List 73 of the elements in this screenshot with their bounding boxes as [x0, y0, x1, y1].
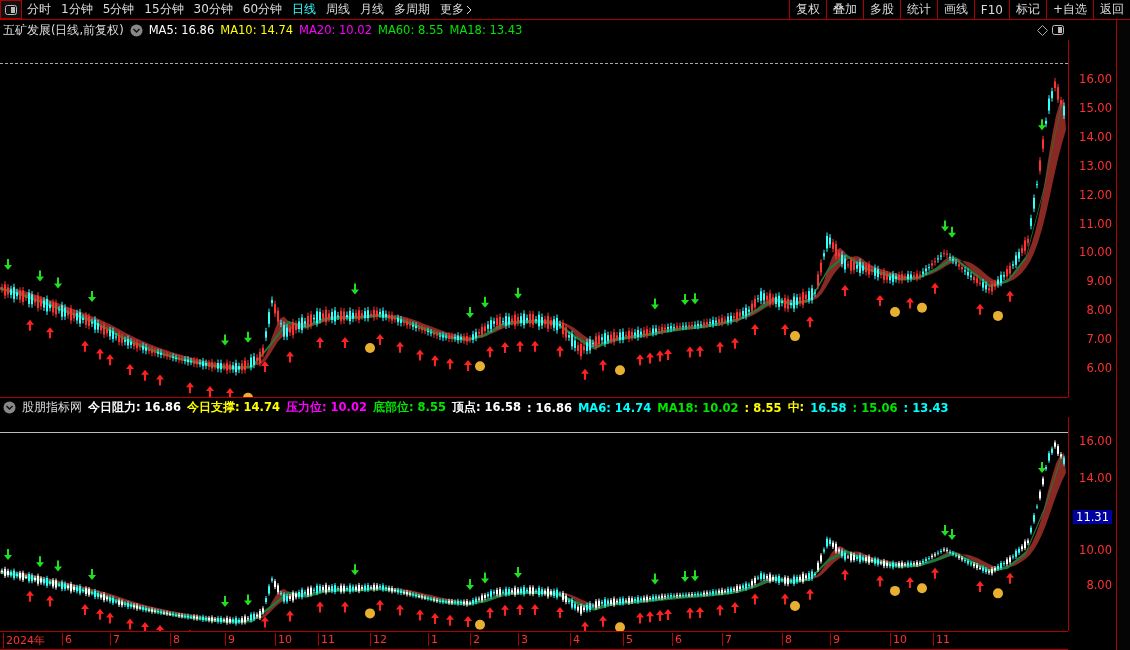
period-tab[interactable]: 日线 — [287, 0, 322, 19]
indicator-value: 压力位: 10.02 — [285, 400, 367, 415]
date-axis-label: 3 — [518, 633, 528, 646]
price-axis-label: 11.31 — [1073, 510, 1112, 524]
indicator-value: 今日阻力: 16.86 — [88, 400, 181, 415]
price-axis-label: 13.00 — [1079, 158, 1112, 173]
price-axis-label: 10.00 — [1079, 245, 1112, 260]
period-tab[interactable]: 60分钟 — [237, 0, 288, 19]
date-axis-label: 5 — [623, 633, 633, 646]
period-tab[interactable]: 周线 — [321, 0, 356, 19]
price-axis-label: 14.00 — [1079, 471, 1112, 485]
panel-toggle-icon — [5, 4, 17, 15]
date-axis-label: 10 — [275, 633, 292, 646]
indicator-value: 中: — [787, 400, 805, 415]
date-axis-label: 11 — [318, 633, 335, 646]
date-axis-label: 8 — [782, 633, 792, 646]
indicator-value: 底部位: 8.55 — [372, 400, 446, 415]
price-axis-label: 10.00 — [1079, 543, 1112, 557]
indicator-value: MA6: 14.74 — [577, 400, 652, 415]
price-axis-label: 14.00 — [1079, 129, 1112, 144]
indicator-value: MA18: 10.02 — [657, 400, 739, 415]
indicator-value: : 13.43 — [903, 400, 949, 415]
date-axis-label: 9 — [830, 633, 840, 646]
indicator-value: 16.58 — [810, 400, 847, 415]
date-axis-label: 6 — [62, 633, 72, 646]
indicator-value: MA18: 13.43 — [449, 23, 523, 37]
period-tab[interactable]: 15分钟 — [139, 0, 189, 19]
date-axis-label: 2 — [470, 633, 480, 646]
indicator-value: 今日支撑: 14.74 — [187, 400, 280, 415]
indicator-value: : 16.86 — [526, 400, 572, 415]
period-tab[interactable]: 分时 — [22, 0, 56, 19]
chevron-down-icon[interactable] — [3, 401, 16, 414]
panel-toggle-icon[interactable] — [1052, 25, 1064, 35]
indicator-value: MA20: 10.02 — [299, 23, 372, 37]
indicator-value: MA60: 8.55 — [377, 23, 444, 37]
date-axis-label: 7 — [110, 633, 120, 646]
price-axis-label: 8.00 — [1086, 578, 1112, 592]
date-axis-label: 6 — [672, 633, 682, 646]
indicator-value: 顶点: 16.58 — [451, 400, 521, 415]
period-tab[interactable]: 月线 — [355, 0, 390, 19]
date-axis-label: 2024年 — [3, 633, 45, 648]
price-axis-label: 16.00 — [1079, 72, 1112, 86]
period-tab[interactable]: 1分钟 — [56, 0, 98, 19]
price-axis-label: 15.00 — [1079, 100, 1112, 115]
price-axis-label: 7.00 — [1086, 332, 1112, 347]
period-tab[interactable]: 5分钟 — [97, 0, 140, 19]
diamond-icon[interactable] — [1037, 24, 1048, 36]
indicator-value: : 8.55 — [744, 400, 782, 415]
price-axis-label: 12.00 — [1079, 187, 1112, 202]
period-tab[interactable]: 更多 — [435, 0, 478, 19]
date-axis-label: 8 — [170, 633, 180, 646]
date-axis-label: 10 — [890, 633, 907, 646]
date-axis-label: 9 — [225, 633, 235, 646]
chart-title: 五矿发展(日线,前复权) — [3, 22, 124, 38]
indicator-value: MA5: 16.86 — [148, 23, 215, 37]
price-axis-label: 8.00 — [1086, 303, 1112, 318]
date-axis-label: 11 — [933, 633, 950, 646]
indicator-title: 股朋指标网 — [22, 400, 82, 415]
chevron-right-icon — [466, 4, 473, 15]
panel-toggle-button[interactable] — [0, 0, 22, 19]
indicator-value: MA10: 14.74 — [220, 23, 294, 37]
date-axis-label: 12 — [370, 633, 387, 646]
chevron-down-icon[interactable] — [129, 23, 143, 37]
date-axis-label: 4 — [570, 633, 580, 646]
indicator-value: : 15.06 — [852, 400, 898, 415]
date-axis-label: 1 — [428, 633, 438, 646]
price-axis-label: 11.00 — [1079, 216, 1112, 231]
date-axis-label: 7 — [722, 633, 732, 646]
period-tab[interactable]: 多周期 — [389, 0, 436, 19]
price-axis-label: 16.00 — [1079, 434, 1112, 448]
period-tab[interactable]: 30分钟 — [188, 0, 238, 19]
price-axis-label: 6.00 — [1086, 361, 1112, 375]
price-axis-label: 9.00 — [1086, 274, 1112, 289]
